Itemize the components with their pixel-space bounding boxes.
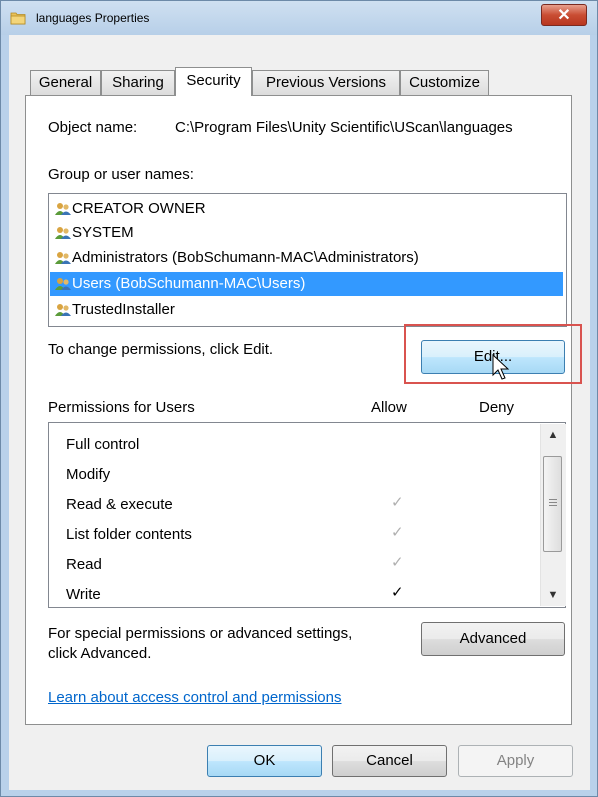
special-permissions-text: For special permissions or advanced sett… bbox=[48, 625, 353, 642]
object-name-value: C:\Program Files\Unity Scientific\UScan\… bbox=[175, 119, 513, 136]
user-group-icon bbox=[55, 203, 71, 215]
permissions-scrollbar[interactable]: ▲ ▼ bbox=[540, 424, 566, 606]
group-user-list[interactable]: CREATOR OWNER SYSTEM Administrators (Bob… bbox=[48, 193, 567, 327]
tab-general[interactable]: General bbox=[30, 70, 101, 95]
deny-column-header: Deny bbox=[479, 399, 515, 416]
allow-check-write: ✓ bbox=[391, 584, 404, 601]
permission-name: Modify bbox=[66, 466, 111, 483]
apply-button[interactable]: Apply bbox=[458, 745, 573, 777]
allow-column-header: Allow bbox=[371, 399, 407, 416]
permission-name: List folder contents bbox=[66, 526, 192, 543]
list-item-label: Users (BobSchumann-MAC\Users) bbox=[72, 275, 306, 292]
permissions-list[interactable]: Full control Modify Read & execute List … bbox=[48, 422, 566, 608]
scroll-down-icon[interactable]: ▼ bbox=[541, 584, 565, 606]
list-item-trustedinstaller[interactable]: TrustedInstaller bbox=[50, 298, 563, 322]
allow-check-list-folder: ✓ bbox=[391, 524, 404, 541]
user-group-icon bbox=[55, 227, 71, 239]
list-item-label: Administrators (BobSchumann-MAC\Administ… bbox=[72, 249, 419, 266]
list-item-label: CREATOR OWNER bbox=[72, 200, 206, 217]
mouse-cursor-icon bbox=[492, 354, 510, 380]
permission-name: Read bbox=[66, 556, 102, 573]
object-name-label: Object name: bbox=[48, 119, 138, 136]
learn-more-link[interactable]: Learn about access control and permissio… bbox=[48, 689, 342, 706]
close-button[interactable]: ✕ bbox=[541, 4, 587, 26]
title-bar[interactable]: languages Properties ✕ bbox=[1, 1, 597, 35]
user-group-icon bbox=[55, 252, 71, 264]
list-item-creator-owner[interactable]: CREATOR OWNER bbox=[50, 197, 563, 221]
scroll-up-icon[interactable]: ▲ bbox=[541, 424, 565, 446]
tab-security[interactable]: Security bbox=[175, 67, 252, 96]
advanced-button[interactable]: Advanced bbox=[421, 622, 565, 656]
user-group-icon bbox=[55, 304, 71, 316]
close-icon: ✕ bbox=[557, 7, 571, 24]
list-item-label: SYSTEM bbox=[72, 224, 134, 241]
group-names-label: Group or user names: bbox=[48, 166, 194, 183]
permissions-for-label: Permissions for Users bbox=[48, 399, 195, 416]
tab-customize[interactable]: Customize bbox=[400, 70, 489, 95]
cancel-button[interactable]: Cancel bbox=[332, 745, 447, 777]
ok-button[interactable]: OK bbox=[207, 745, 322, 777]
list-item-label: TrustedInstaller bbox=[72, 301, 175, 318]
allow-check-read: ✓ bbox=[391, 554, 404, 571]
list-item-users[interactable]: Users (BobSchumann-MAC\Users) bbox=[50, 272, 563, 296]
allow-check-read-execute: ✓ bbox=[391, 494, 404, 511]
special-permissions-text-2: click Advanced. bbox=[48, 645, 152, 662]
window-title: languages Properties bbox=[36, 11, 150, 25]
list-item-administrators[interactable]: Administrators (BobSchumann-MAC\Administ… bbox=[50, 246, 563, 270]
permission-name: Full control bbox=[66, 436, 140, 453]
scroll-thumb[interactable] bbox=[543, 456, 562, 552]
tab-sharing[interactable]: Sharing bbox=[101, 70, 175, 95]
permission-name: Read & execute bbox=[66, 496, 173, 513]
tab-previous-versions[interactable]: Previous Versions bbox=[252, 70, 400, 95]
change-permissions-text: To change permissions, click Edit. bbox=[48, 341, 274, 358]
user-group-icon bbox=[55, 278, 71, 290]
permission-name: Write bbox=[66, 586, 101, 603]
folder-icon bbox=[10, 12, 26, 25]
list-item-system[interactable]: SYSTEM bbox=[50, 221, 563, 245]
